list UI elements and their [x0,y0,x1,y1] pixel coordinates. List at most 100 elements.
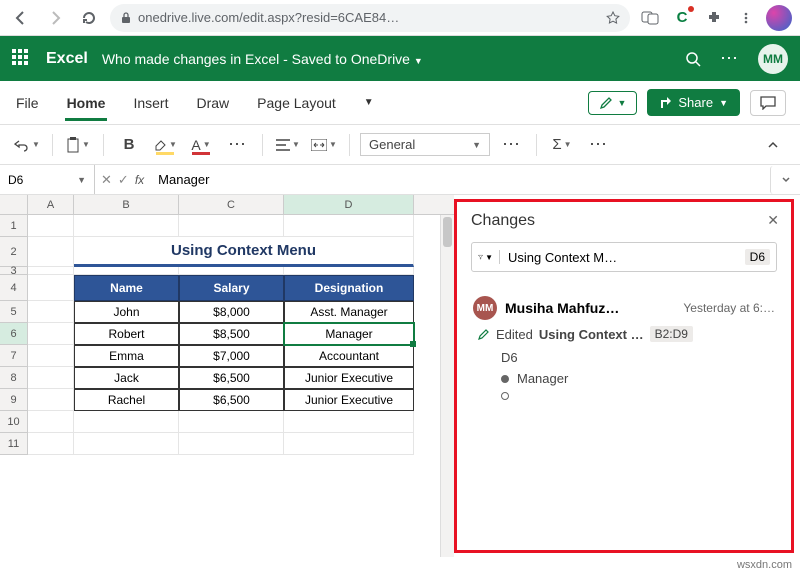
table-cell[interactable]: Accountant [284,345,414,367]
vertical-scrollbar[interactable] [440,215,454,557]
table-cell[interactable]: Robert [74,323,179,345]
font-color-button[interactable]: A▼ [186,131,216,159]
tab-page-layout[interactable]: Page Layout [255,89,338,117]
filter-cell-ref: D6 [745,249,770,265]
star-icon[interactable] [606,11,620,25]
row-header[interactable]: 6 [0,323,28,345]
bold-button[interactable]: B [114,131,144,159]
tab-draw[interactable]: Draw [194,89,231,117]
tab-home[interactable]: Home [65,89,108,117]
row-header[interactable]: 2 [0,237,28,267]
table-header[interactable]: Salary [179,275,284,301]
filter-icon[interactable]: ▼ [478,250,500,264]
change-sheet: Using Context … [539,327,644,342]
app-titlebar: Excel Who made changes in Excel - Saved … [0,36,800,81]
autosum-button[interactable]: Σ▼ [547,131,577,159]
table-cell[interactable]: $8,000 [179,301,284,323]
table-title[interactable]: Using Context Menu [74,237,414,267]
back-button[interactable] [8,5,34,31]
user-avatar[interactable]: MM [758,44,788,74]
tab-insert[interactable]: Insert [131,89,170,117]
table-cell[interactable]: Jack [74,367,179,389]
row-header[interactable]: 1 [0,215,28,237]
chrome-menu-icon[interactable] [734,6,758,30]
url-text: onedrive.live.com/edit.aspx?resid=6CAE84… [138,10,600,25]
lock-icon [120,12,132,24]
forward-button[interactable] [42,5,68,31]
col-header-a[interactable]: A [28,195,74,214]
table-cell[interactable]: $6,500 [179,389,284,411]
fill-color-button[interactable]: ▼ [150,131,180,159]
translate-icon[interactable] [638,6,662,30]
row-header[interactable]: 3 [0,267,28,275]
tab-more[interactable]: ▼ [362,91,376,114]
comments-button[interactable] [750,90,786,116]
table-header[interactable]: Name [74,275,179,301]
row-header[interactable]: 9 [0,389,28,411]
change-author: Musiha Mahfuz… [505,300,675,316]
select-all-corner[interactable] [0,195,28,214]
extensions-icon[interactable] [702,6,726,30]
change-time: Yesterday at 6:… [683,301,775,315]
edit-icon [477,328,490,341]
table-cell[interactable]: Emma [74,345,179,367]
profile-avatar[interactable] [766,5,792,31]
tab-file[interactable]: File [14,89,41,117]
watermark: wsxdn.com [737,559,792,571]
col-header-b[interactable]: B [74,195,179,214]
formula-expand-button[interactable] [770,166,800,194]
app-launcher-icon[interactable] [12,49,32,69]
cancel-formula-icon[interactable]: ✕ [101,172,112,188]
table-cell[interactable]: $7,000 [179,345,284,367]
row-header[interactable]: 7 [0,345,28,367]
table-cell[interactable]: Rachel [74,389,179,411]
ribbon-tabs: File Home Insert Draw Page Layout ▼ ▼ Sh… [0,81,800,125]
row-header[interactable]: 10 [0,411,28,433]
row-header[interactable]: 8 [0,367,28,389]
paste-button[interactable]: ▼ [63,131,93,159]
formula-input[interactable]: Manager [150,172,770,187]
fx-icon[interactable]: fx [135,173,144,187]
row-header[interactable]: 5 [0,301,28,323]
address-bar[interactable]: onedrive.live.com/edit.aspx?resid=6CAE84… [110,4,630,32]
number-format-dropdown[interactable]: General▼ [360,133,490,156]
editing-mode-button[interactable]: ▼ [588,91,637,115]
active-cell[interactable]: Manager [284,323,414,345]
name-box[interactable]: D6▼ [0,165,95,194]
share-button[interactable]: Share▼ [647,89,740,116]
change-card[interactable]: MM Musiha Mahfuz… Yesterday at 6:… Edite… [471,290,777,412]
changes-pane: Changes ✕ ▼ Using Context M… D6 MM Musih… [454,199,794,553]
spreadsheet-grid[interactable]: A B C D 1 2 Using Context Menu 3 4 Name S… [0,195,454,557]
close-icon[interactable]: ✕ [767,212,779,229]
table-cell[interactable]: $8,500 [179,323,284,345]
change-new-value: Manager [517,371,568,386]
table-cell[interactable]: Asst. Manager [284,301,414,323]
ribbon-collapse-button[interactable] [758,131,788,159]
browser-toolbar: onedrive.live.com/edit.aspx?resid=6CAE84… [0,0,800,36]
table-cell[interactable]: John [74,301,179,323]
align-button[interactable]: ▼ [273,131,303,159]
document-name[interactable]: Who made changes in Excel - Saved to One… [102,51,423,67]
column-headers: A B C D [0,195,454,215]
more-icon[interactable]: ⋯ [720,48,740,69]
table-cell[interactable]: Junior Executive [284,367,414,389]
row-header[interactable]: 11 [0,433,28,455]
reload-button[interactable] [76,5,102,31]
enter-formula-icon[interactable]: ✓ [118,172,129,188]
font-more-button[interactable]: ⋯ [222,131,252,159]
change-range: B2:D9 [650,326,693,342]
row-header[interactable]: 4 [0,275,28,301]
number-more-button[interactable]: ⋯ [496,131,526,159]
merge-button[interactable]: ▼ [309,131,339,159]
table-cell[interactable]: Junior Executive [284,389,414,411]
search-icon[interactable] [684,50,702,68]
undo-button[interactable]: ▼ [12,131,42,159]
table-cell[interactable]: $6,500 [179,367,284,389]
changes-filter[interactable]: ▼ Using Context M… D6 [471,242,777,272]
col-header-d[interactable]: D [284,195,414,214]
table-header[interactable]: Designation [284,275,414,301]
ribbon-toolbar: ▼ ▼ B ▼ A▼ ⋯ ▼ ▼ General▼ ⋯ Σ▼ ⋯ [0,125,800,165]
col-header-c[interactable]: C [179,195,284,214]
extension-c-icon[interactable]: C [670,6,694,30]
editing-more-button[interactable]: ⋯ [583,131,613,159]
